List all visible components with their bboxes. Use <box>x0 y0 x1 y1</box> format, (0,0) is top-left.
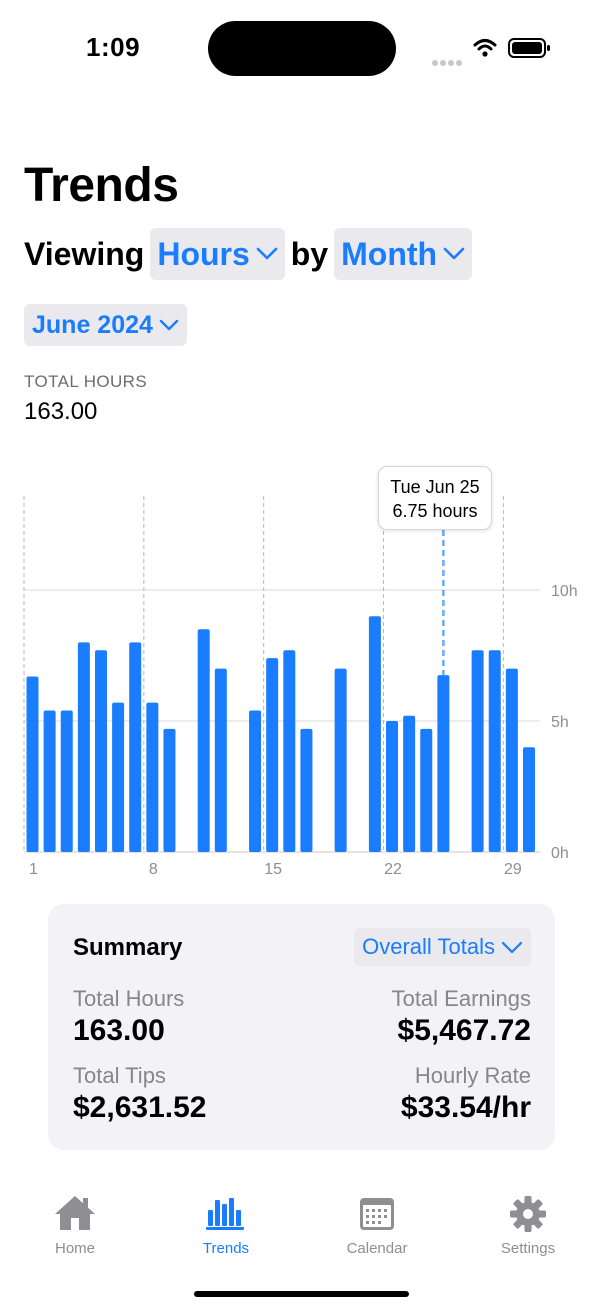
dynamic-island <box>208 21 396 76</box>
chevron-down-icon <box>443 247 465 260</box>
y-tick-label: 0h <box>551 845 569 862</box>
tab-bar: Home Trends Calendar Settings <box>0 1188 603 1258</box>
chart-bar <box>197 629 210 852</box>
tab-home[interactable]: Home <box>20 1188 130 1257</box>
tab-trends[interactable]: Trends <box>171 1188 281 1257</box>
chart-tooltip: Tue Jun 25 6.75 hours <box>378 466 492 530</box>
chevron-down-icon <box>501 941 523 953</box>
chart-bar <box>368 616 381 852</box>
battery-icon <box>508 38 550 58</box>
tab-calendar[interactable]: Calendar <box>322 1188 432 1257</box>
chart-bar <box>522 747 535 852</box>
home-indicator <box>194 1291 409 1297</box>
x-tick-label: 8 <box>149 861 158 878</box>
total-hours-stat-label: Total Hours <box>73 986 185 1011</box>
tab-settings[interactable]: Settings <box>473 1188 583 1257</box>
chart-bar <box>26 676 39 852</box>
x-tick-label: 1 <box>29 861 38 878</box>
chart-bar <box>249 710 262 852</box>
chart-bar <box>94 650 107 852</box>
chart-bar <box>163 728 176 852</box>
viewing-label: Viewing <box>24 235 145 272</box>
chevron-down-icon <box>159 319 179 331</box>
chart-bar <box>129 642 142 852</box>
total-hours-label: TOTAL HOURS <box>24 372 148 391</box>
cellular-signal-icon <box>432 53 464 71</box>
chart-bar <box>60 710 73 852</box>
calendar-icon <box>360 1198 394 1230</box>
period-picker[interactable]: Month <box>334 228 473 280</box>
metric-picker[interactable]: Hours <box>150 228 285 280</box>
chart-bar <box>146 702 159 852</box>
chart-bar-icon <box>206 1198 244 1230</box>
summary-card: Summary Overall Totals Total Hours 163.0… <box>48 904 555 1150</box>
summary-title: Summary <box>73 934 183 961</box>
y-tick-label: 10h <box>551 583 578 600</box>
tab-calendar-label: Calendar <box>346 1240 408 1257</box>
hours-bar-chart[interactable]: 1 8 15 22 29 10h 5h 0h <box>0 460 603 885</box>
tooltip-date: Tue Jun 25 <box>390 477 480 497</box>
chart-bar <box>334 668 347 852</box>
wifi-icon <box>473 39 497 57</box>
viewing-row: Viewing Hours by Month <box>24 228 478 280</box>
chart-bar <box>505 668 518 852</box>
summary-filter-label: Overall Totals <box>362 934 495 959</box>
page-title: Trends <box>24 159 179 212</box>
chart-bar <box>386 721 399 852</box>
month-picker-label: June 2024 <box>32 310 153 339</box>
chevron-down-icon <box>256 247 278 260</box>
month-picker[interactable]: June 2024 <box>24 304 187 346</box>
chart-bar <box>403 715 416 852</box>
hourly-rate-stat-value: $33.54/hr <box>400 1091 531 1124</box>
gear-icon <box>510 1196 546 1232</box>
total-earnings-stat-label: Total Earnings <box>391 986 531 1011</box>
chart-bar <box>420 728 433 852</box>
x-tick-label: 22 <box>384 861 402 878</box>
chart-bar <box>43 710 56 852</box>
summary-filter-picker[interactable]: Overall Totals <box>354 928 531 966</box>
total-tips-stat-label: Total Tips <box>73 1063 166 1088</box>
tab-home-label: Home <box>54 1240 95 1257</box>
chart-bar <box>488 650 501 852</box>
by-label: by <box>290 235 329 272</box>
total-hours-value: 163.00 <box>24 398 98 425</box>
tooltip-value: 6.75 hours <box>392 501 478 521</box>
house-icon <box>55 1196 95 1230</box>
tab-settings-label: Settings <box>500 1240 556 1257</box>
x-tick-label: 29 <box>504 861 522 878</box>
chart-bar <box>266 658 279 852</box>
total-tips-stat-value: $2,631.52 <box>73 1091 207 1124</box>
tab-trends-label: Trends <box>202 1240 250 1257</box>
chart-bar <box>437 675 450 852</box>
chart-bar <box>112 702 125 852</box>
y-tick-label: 5h <box>551 714 569 731</box>
total-earnings-stat-value: $5,467.72 <box>397 1014 531 1047</box>
status-time: 1:09 <box>86 32 141 62</box>
chart-bar <box>471 650 484 852</box>
period-picker-label: Month <box>341 235 438 272</box>
chart-bar <box>283 650 296 852</box>
chart-bar <box>214 668 227 852</box>
chart-bar <box>77 642 90 852</box>
hourly-rate-stat-label: Hourly Rate <box>414 1063 531 1088</box>
metric-picker-label: Hours <box>157 235 250 272</box>
total-hours-stat-value: 163.00 <box>73 1014 165 1047</box>
chart-bar <box>300 728 313 852</box>
x-tick-label: 15 <box>264 861 282 878</box>
